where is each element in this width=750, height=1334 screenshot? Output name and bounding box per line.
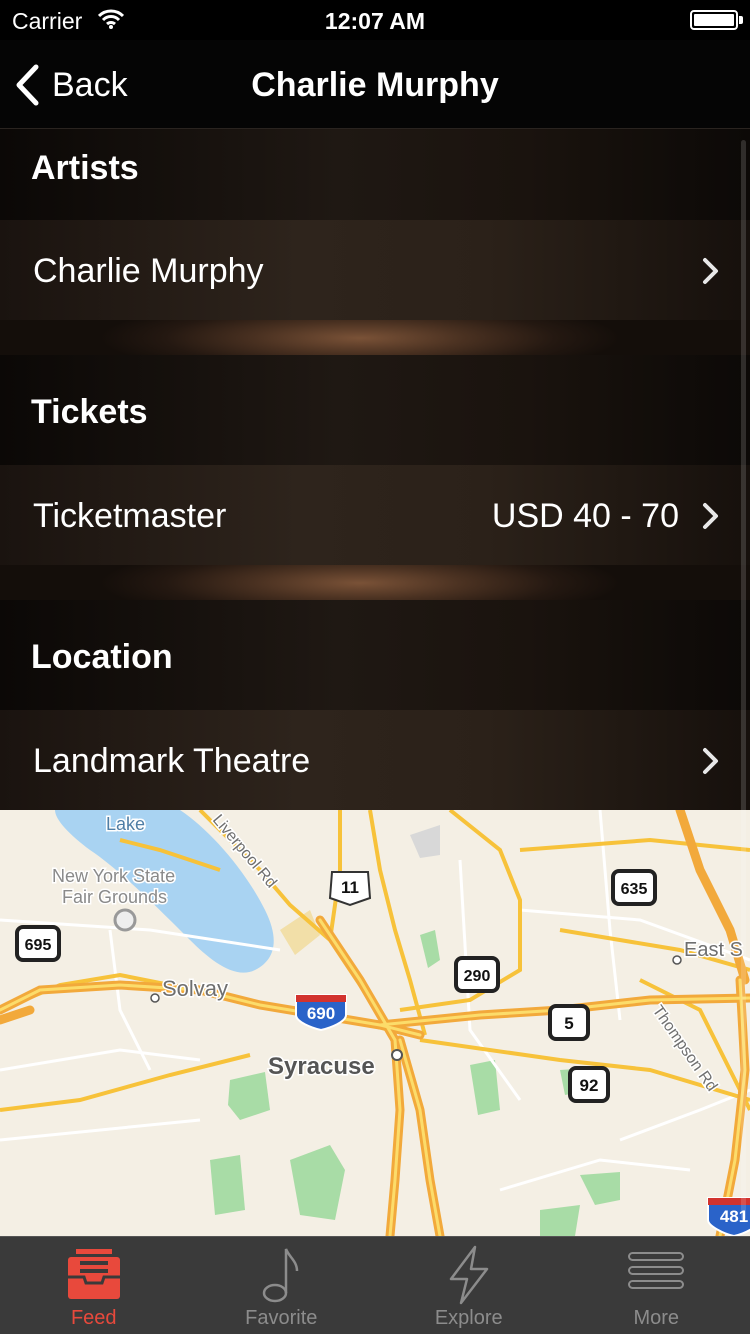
scroll-indicator	[741, 140, 746, 1220]
page-title: Charlie Murphy	[251, 66, 499, 104]
route-shield-690: 690	[295, 994, 347, 1032]
svg-text:5: 5	[564, 1014, 573, 1033]
menu-lines-icon	[628, 1252, 685, 1289]
artist-name: Charlie Murphy	[33, 252, 264, 290]
section-header-location: Location	[0, 600, 750, 710]
route-shield-695: 695	[15, 925, 61, 962]
route-shield-5: 5	[548, 1004, 590, 1041]
tab-bar: Feed Favorite Explore More	[0, 1236, 750, 1334]
svg-text:92: 92	[580, 1076, 599, 1095]
svg-text:290: 290	[464, 968, 491, 985]
section-divider	[0, 320, 750, 355]
map-label-fairgrounds-1: New York State	[52, 866, 175, 886]
section-title-artists: Artists	[31, 149, 139, 187]
battery-icon	[690, 10, 738, 30]
route-shield-92: 92	[568, 1066, 610, 1103]
navigation-bar: Back Charlie Murphy	[0, 40, 750, 129]
tab-label-explore: Explore	[434, 1307, 503, 1329]
tab-explore[interactable]: Explore	[375, 1237, 563, 1334]
location-row[interactable]: Landmark Theatre	[0, 710, 750, 810]
tab-feed[interactable]: Feed	[0, 1237, 188, 1334]
inbox-tray-icon	[67, 1249, 120, 1299]
section-header-tickets: Tickets	[0, 355, 750, 465]
tab-favorite[interactable]: Favorite	[188, 1237, 376, 1334]
chevron-right-icon	[703, 748, 718, 774]
music-note-icon	[263, 1248, 299, 1303]
venue-map[interactable]: Lake Liverpool Rd New York State Fair Gr…	[0, 810, 750, 1236]
tab-label-favorite: Favorite	[245, 1307, 318, 1329]
svg-text:635: 635	[621, 881, 648, 898]
map-label-syracuse: Syracuse	[268, 1053, 375, 1080]
map-label-solvay: Solvay	[162, 976, 228, 1001]
venue-name: Landmark Theatre	[33, 742, 311, 780]
tab-label-feed: Feed	[70, 1307, 117, 1329]
lightning-icon	[449, 1245, 488, 1305]
route-shield-290: 290	[454, 956, 500, 993]
status-time: 12:07 AM	[324, 8, 426, 34]
map-label-lake: Lake	[106, 814, 145, 834]
route-shield-11: 11	[328, 871, 372, 907]
ticket-price-range: USD 40 - 70	[491, 497, 679, 535]
ticket-vendor: Ticketmaster	[33, 497, 227, 535]
route-shield-635: 635	[611, 869, 657, 906]
map-label-fairgrounds-2: Fair Grounds	[62, 887, 167, 907]
section-divider	[0, 565, 750, 600]
section-title-tickets: Tickets	[31, 393, 148, 431]
map-label-east: East S	[684, 939, 743, 961]
section-header-artists: Artists	[0, 129, 750, 220]
tab-label-more: More	[633, 1307, 680, 1329]
svg-text:695: 695	[25, 937, 52, 954]
status-bar: Carrier 12:07 AM	[0, 0, 750, 40]
section-title-location: Location	[31, 638, 173, 676]
svg-text:11: 11	[341, 878, 359, 897]
chevron-right-icon	[703, 503, 718, 529]
svg-text:690: 690	[307, 1004, 335, 1023]
tab-more[interactable]: More	[563, 1237, 750, 1334]
event-details: Artists Charlie Murphy Tickets Ticketmas…	[0, 129, 750, 810]
chevron-right-icon	[703, 258, 718, 284]
artist-row[interactable]: Charlie Murphy	[0, 220, 750, 320]
ticket-row[interactable]: Ticketmaster USD 40 - 70	[0, 465, 750, 565]
battery-tip	[739, 16, 743, 24]
